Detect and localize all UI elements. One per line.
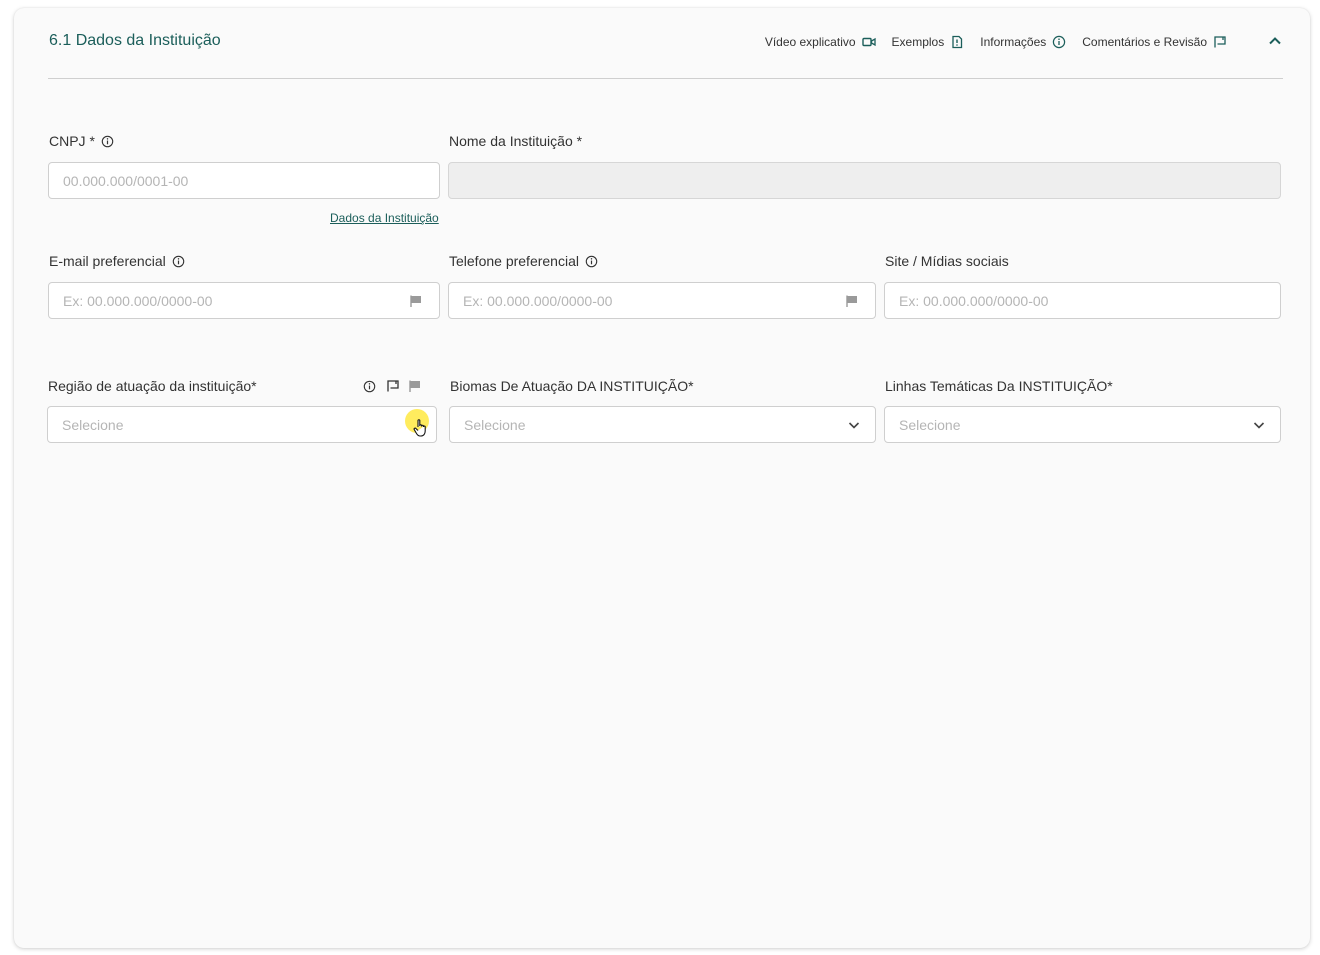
biomes-label-wrap: Biomas De Atuação DA INSTITUIÇÃO* [450, 378, 694, 394]
institution-name-label-wrap: Nome da Instituição * [449, 133, 582, 149]
site-label-wrap: Site / Mídias sociais [885, 253, 1009, 269]
video-icon [861, 37, 876, 47]
info-icon[interactable] [101, 135, 114, 148]
section-title: 6.1 Dados da Instituição [49, 32, 221, 49]
flag-icon[interactable] [408, 379, 422, 393]
phone-input[interactable] [448, 282, 876, 319]
themes-label-wrap: Linhas Temáticas Da INSTITUIÇÃO* [885, 378, 1113, 394]
region-select-placeholder: Selecione [62, 417, 124, 433]
comments-review-label: Comentários e Revisão [1082, 35, 1207, 49]
flag-icon[interactable] [845, 294, 859, 308]
institution-data-link[interactable]: Dados da Instituição [330, 211, 439, 225]
comment-icon [1214, 36, 1226, 48]
biomes-select-placeholder: Selecione [464, 417, 526, 433]
chevron-up-icon[interactable] [1266, 32, 1284, 50]
region-select[interactable]: Selecione [47, 406, 437, 443]
video-explanation-button[interactable]: Vídeo explicativo [765, 35, 876, 49]
info-icon[interactable] [585, 255, 598, 268]
chevron-down-icon [848, 422, 860, 429]
institution-data-card: 6.1 Dados da Instituição Vídeo explicati… [14, 8, 1310, 948]
cnpj-input[interactable] [48, 162, 440, 199]
examples-button[interactable]: Exemplos [892, 35, 965, 49]
section-header: 6.1 Dados da Instituição Vídeo explicati… [14, 8, 1310, 79]
email-label: E-mail preferencial [49, 253, 166, 269]
phone-label-wrap: Telefone preferencial [449, 253, 598, 269]
themes-label: Linhas Temáticas Da INSTITUIÇÃO* [885, 378, 1113, 394]
site-input[interactable] [884, 282, 1281, 319]
biomes-label: Biomas De Atuação DA INSTITUIÇÃO* [450, 378, 694, 394]
info-icon[interactable] [363, 380, 376, 393]
email-input[interactable] [48, 282, 440, 319]
info-icon[interactable] [172, 255, 185, 268]
email-label-wrap: E-mail preferencial [49, 253, 185, 269]
comments-review-button[interactable]: Comentários e Revisão [1082, 35, 1227, 49]
region-label: Região de atuação da instituição* [48, 378, 257, 394]
themes-select[interactable]: Selecione [884, 406, 1281, 443]
flag-icon[interactable] [409, 294, 423, 308]
chevron-down-icon [1253, 422, 1265, 429]
hand-cursor-icon [413, 419, 426, 437]
info-icon [1053, 35, 1066, 49]
cnpj-label: CNPJ * [49, 133, 95, 149]
site-label: Site / Mídias sociais [885, 253, 1009, 269]
themes-select-placeholder: Selecione [899, 417, 961, 433]
comment-icon[interactable] [386, 379, 400, 393]
examples-label: Exemplos [891, 35, 945, 49]
cnpj-label-wrap: CNPJ * [49, 133, 114, 149]
biomes-select[interactable]: Selecione [449, 406, 876, 443]
institution-name-label: Nome da Instituição * [449, 133, 583, 149]
information-button[interactable]: Informações [980, 35, 1066, 49]
region-label-wrap: Região de atuação da instituição* [48, 378, 257, 394]
header-divider [48, 78, 1283, 79]
phone-label: Telefone preferencial [449, 253, 579, 269]
header-actions: Vídeo explicativo Exemplos Informações C… [765, 35, 1227, 49]
document-icon [952, 35, 963, 49]
video-explanation-label: Vídeo explicativo [764, 35, 856, 49]
institution-name-input [448, 162, 1281, 199]
information-label: Informações [980, 35, 1047, 49]
